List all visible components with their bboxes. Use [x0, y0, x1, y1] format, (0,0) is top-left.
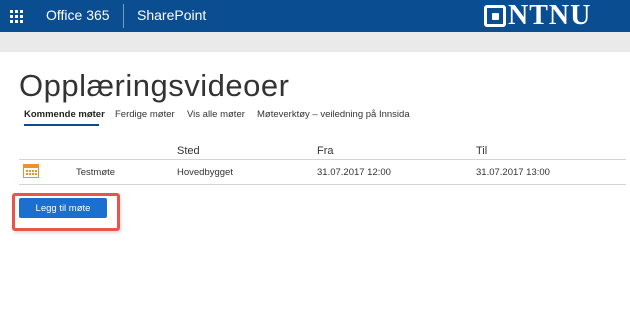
meeting-location: Hovedbygget	[177, 167, 233, 178]
tab-ferdige-moter[interactable]: Ferdige møter	[115, 109, 175, 120]
column-header-sted: Sted	[177, 145, 200, 157]
calendar-icon	[23, 164, 39, 178]
page-title: Opplæringsvideoer	[19, 68, 290, 103]
active-tab-indicator	[24, 124, 99, 126]
office365-link[interactable]: Office 365	[46, 7, 110, 23]
sharepoint-link[interactable]: SharePoint	[137, 7, 206, 23]
table-header-divider	[19, 159, 626, 160]
ntnu-logo-mark-icon	[484, 5, 506, 27]
ribbon-bar	[0, 32, 630, 52]
table-row-divider	[19, 184, 626, 185]
column-header-til: Til	[476, 145, 488, 157]
tab-kommende-moter[interactable]: Kommende møter	[24, 109, 105, 120]
meeting-end: 31.07.2017 13:00	[476, 167, 550, 178]
meeting-title-link[interactable]: Testmøte	[76, 167, 115, 178]
tab-moteverktoy[interactable]: Møteverktøy – veiledning på Innsida	[257, 109, 410, 120]
ntnu-logo: NTNU	[484, 2, 591, 30]
suite-bar: Office 365 SharePoint NTNU	[0, 0, 630, 32]
header-divider	[123, 4, 124, 28]
tab-vis-alle-moter[interactable]: Vis alle møter	[187, 109, 245, 120]
ntnu-logo-text: NTNU	[508, 0, 592, 31]
column-header-fra: Fra	[317, 145, 334, 157]
app-launcher-icon[interactable]	[0, 0, 32, 32]
meeting-start: 31.07.2017 12:00	[317, 167, 391, 178]
add-meeting-button[interactable]: Legg til møte	[19, 198, 107, 218]
